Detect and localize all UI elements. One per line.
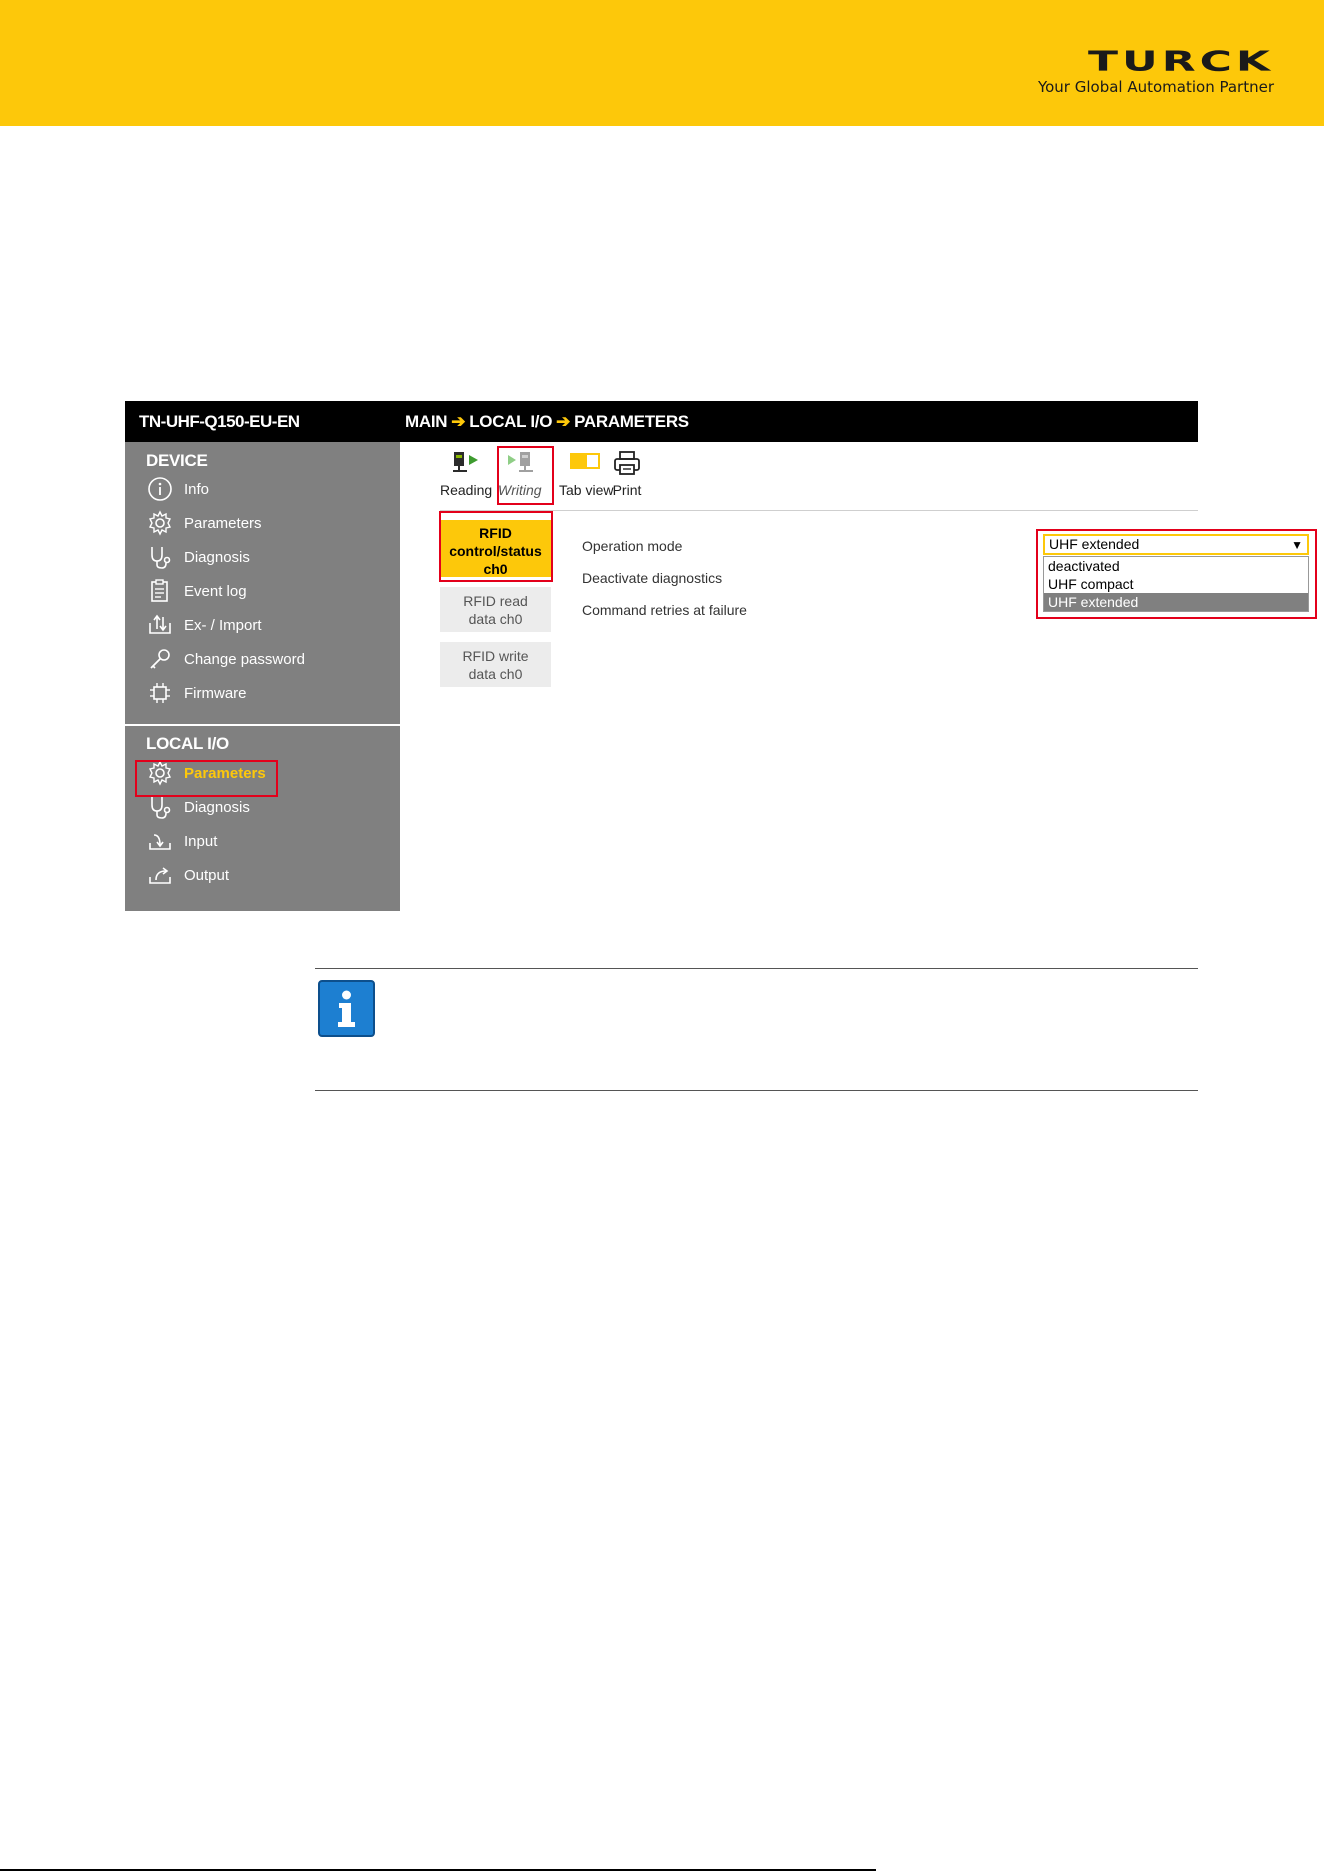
note-bottom-rule [315,1090,1198,1091]
sidebar-item-change-password[interactable]: Change password [146,644,305,674]
breadcrumb-parameters: PARAMETERS [574,412,689,431]
brand-header-band: TURCK Your Global Automation Partner [0,0,1324,126]
logo-wordmark: TURCK [1087,45,1274,78]
sidebar-item-parameters[interactable]: Parameters [146,508,262,538]
breadcrumb-arrow-icon: ➔ [556,412,571,431]
param-command-retries: Command retries at failure [582,602,747,618]
sidebar-item-label: Firmware [184,684,247,702]
footer-rule [0,1869,876,1871]
info-icon [148,477,172,501]
reading-button[interactable]: Reading [440,450,492,498]
sidebar-item-label: Input [184,832,218,850]
param-deactivate-diagnostics: Deactivate diagnostics [582,570,723,586]
stethoscope-icon [151,547,171,569]
webserver-screenshot: TN-UHF-Q150-EU-EN MAIN ➔ LOCAL I/O ➔ PARAMET… [125,401,1317,911]
tab-rfid-write-data[interactable]: RFID write data ch0 [440,642,551,687]
key-icon [150,649,170,669]
sidebar-item-local-diagnosis[interactable]: Diagnosis [146,792,250,822]
webserver-header: TN-UHF-Q150-EU-EN MAIN ➔ LOCAL I/O ➔ PARAMET… [125,401,1198,442]
highlight-active-tab [439,511,553,582]
sidebar-item-label: Diagnosis [184,798,250,816]
chip-icon [150,683,170,703]
tab-view-icon [570,453,601,469]
tab-view-button[interactable]: Tab view [559,450,613,498]
print-button[interactable]: Print [612,450,642,498]
device-name: TN-UHF-Q150-EU-EN [139,412,300,431]
info-note-icon [318,980,375,1037]
sidebar-item-label: Ex- / Import [184,616,262,634]
reading-label: Reading [440,482,493,498]
stethoscope-icon [151,797,171,819]
sidebar-item-input[interactable]: Input [146,826,217,856]
sidebar-item-firmware[interactable]: Firmware [146,678,247,708]
sidebar-item-label: Change password [184,650,305,668]
main-content: Reading Writing Tab view Print RFID cont… [400,442,1317,911]
sidebar-section-local-io: LOCAL I/O [146,734,229,753]
breadcrumb-main[interactable]: MAIN [405,412,448,431]
input-icon [149,834,171,850]
turck-logo: TURCK Your Global Automation Partner [1016,48,1274,96]
note-top-rule [315,968,1198,969]
reading-icon [453,452,479,472]
info-i-icon [338,990,355,1027]
print-label: Print [612,482,642,498]
sidebar-item-event-log[interactable]: Event log [146,576,247,606]
sidebar-item-label: Output [184,866,230,884]
breadcrumb: MAIN ➔ LOCAL I/O ➔ PARAMETERS [405,412,689,432]
gear-icon [148,510,172,536]
sidebar-item-label: Parameters [184,514,262,532]
sidebar-item-ex-import[interactable]: Ex- / Import [146,610,262,640]
sidebar-divider [125,724,400,726]
sidebar-item-label: Diagnosis [184,548,250,566]
sidebar-item-diagnosis[interactable]: Diagnosis [146,542,250,572]
sidebar-item-label: Info [184,480,210,498]
sidebar: DEVICE Info Parameters Diagnosis Event l… [125,442,400,911]
clipboard-icon [151,579,168,602]
sidebar-item-output[interactable]: Output [146,860,229,890]
tab-rfid-read-data[interactable]: RFID read data ch0 [440,587,551,632]
toolbar-divider [440,510,1198,511]
breadcrumb-local-io[interactable]: LOCAL I/O [469,412,552,431]
sidebar-section-device: DEVICE [146,451,208,470]
highlight-operation-mode [1036,529,1317,619]
printer-icon [614,451,640,475]
sidebar-item-label: Event log [184,582,247,600]
output-icon [149,867,171,884]
breadcrumb-arrow-icon: ➔ [451,412,466,431]
tab-view-label: Tab view [559,482,614,498]
import-export-icon [149,614,171,634]
highlight-writing-button [497,446,554,505]
sidebar-item-info[interactable]: Info [146,474,209,504]
param-operation-mode: Operation mode [582,538,683,554]
logo-tagline: Your Global Automation Partner [1037,78,1274,96]
